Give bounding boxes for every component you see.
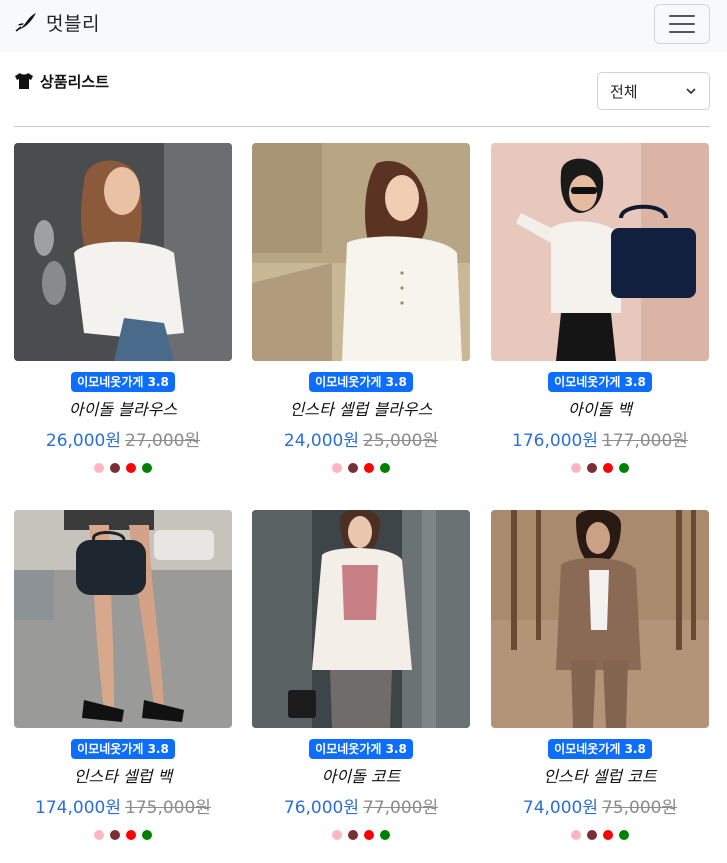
- color-swatches: [252, 463, 470, 473]
- product-image[interactable]: [491, 143, 709, 361]
- original-price: 27,000원: [125, 431, 201, 451]
- product-image[interactable]: [252, 143, 470, 361]
- navbar-toggler-button[interactable]: [654, 4, 710, 44]
- filter-selected-value: 전체: [610, 82, 638, 101]
- color-swatches: [491, 463, 709, 473]
- color-swatch-maroon[interactable]: [110, 830, 120, 840]
- color-swatch-pink[interactable]: [94, 463, 104, 473]
- original-price: 25,000원: [363, 431, 439, 451]
- product-image[interactable]: [252, 510, 470, 728]
- tshirt-icon: [15, 73, 33, 89]
- color-swatch-green[interactable]: [142, 463, 152, 473]
- original-price: 75,000원: [602, 798, 678, 818]
- color-swatch-green[interactable]: [142, 830, 152, 840]
- product-name[interactable]: 아이돌 백: [491, 399, 709, 421]
- color-swatch-red[interactable]: [364, 830, 374, 840]
- product-price: 174,000원 175,000원: [14, 796, 232, 820]
- color-swatch-red[interactable]: [603, 463, 613, 473]
- original-price: 77,000원: [363, 798, 439, 818]
- color-swatch-green[interactable]: [380, 463, 390, 473]
- chevron-down-icon: [686, 88, 696, 95]
- product-card[interactable]: 이모네옷가게 3.8 인스타 셀럽 블라우스 24,000원 25,000원: [252, 143, 470, 473]
- color-swatch-maroon[interactable]: [587, 830, 597, 840]
- product-card[interactable]: 이모네옷가게 3.8 아이돌 코트 76,000원 77,000원: [252, 510, 470, 840]
- sale-price: 26,000원: [45, 431, 121, 451]
- product-list-heading: 상품리스트: [14, 71, 109, 91]
- color-swatch-red[interactable]: [126, 830, 136, 840]
- color-swatch-green[interactable]: [619, 463, 629, 473]
- sale-price: 174,000원: [35, 798, 121, 818]
- product-price: 76,000원 77,000원: [252, 796, 470, 820]
- color-swatch-red[interactable]: [126, 463, 136, 473]
- brand-link[interactable]: 멋블리: [14, 8, 100, 36]
- product-card[interactable]: 이모네옷가게 3.8 아이돌 블라우스 26,000원 27,000원: [14, 143, 232, 473]
- color-swatch-maroon[interactable]: [587, 463, 597, 473]
- original-price: 177,000원: [602, 431, 688, 451]
- product-name[interactable]: 아이돌 블라우스: [14, 399, 232, 421]
- product-price: 74,000원 75,000원: [491, 796, 709, 820]
- header-divider: [14, 126, 710, 127]
- color-swatch-maroon[interactable]: [348, 463, 358, 473]
- feather-brush-icon: [15, 13, 36, 32]
- product-image[interactable]: [14, 510, 232, 728]
- store-rating-badge: 이모네옷가게 3.8: [309, 372, 413, 392]
- product-card[interactable]: 이모네옷가게 3.8 인스타 셀럽 백 174,000원 175,000원: [14, 510, 232, 840]
- product-price: 26,000원 27,000원: [14, 429, 232, 453]
- product-image[interactable]: [491, 510, 709, 728]
- sale-price: 24,000원: [283, 431, 359, 451]
- product-price: 176,000원 177,000원: [491, 429, 709, 453]
- color-swatch-pink[interactable]: [94, 830, 104, 840]
- sale-price: 176,000원: [512, 431, 598, 451]
- product-name[interactable]: 인스타 셀럽 코트: [491, 766, 709, 788]
- product-name[interactable]: 아이돌 코트: [252, 766, 470, 788]
- original-price: 175,000원: [125, 798, 211, 818]
- color-swatch-maroon[interactable]: [348, 830, 358, 840]
- color-swatch-green[interactable]: [380, 830, 390, 840]
- navbar: 멋블리: [0, 0, 727, 52]
- sale-price: 74,000원: [522, 798, 598, 818]
- store-rating-badge: 이모네옷가게 3.8: [548, 372, 652, 392]
- sale-price: 76,000원: [283, 798, 359, 818]
- product-card[interactable]: 이모네옷가게 3.8 아이돌 백 176,000원 177,000원: [491, 143, 709, 473]
- color-swatch-green[interactable]: [619, 830, 629, 840]
- color-swatch-red[interactable]: [603, 830, 613, 840]
- hamburger-menu-icon: [669, 15, 695, 33]
- brand-name: 멋블리: [46, 12, 100, 35]
- product-card[interactable]: 이모네옷가게 3.8 인스타 셀럽 코트 74,000원 75,000원: [491, 510, 709, 840]
- color-swatch-pink[interactable]: [571, 830, 581, 840]
- color-swatches: [491, 830, 709, 840]
- color-swatches: [14, 463, 232, 473]
- color-swatch-pink[interactable]: [571, 463, 581, 473]
- product-name[interactable]: 인스타 셀럽 블라우스: [252, 399, 470, 421]
- color-swatches: [252, 830, 470, 840]
- store-rating-badge: 이모네옷가게 3.8: [548, 739, 652, 759]
- product-name[interactable]: 인스타 셀럽 백: [14, 766, 232, 788]
- page-title: 상품리스트: [40, 72, 110, 91]
- category-filter-select[interactable]: 전체: [597, 72, 710, 110]
- store-rating-badge: 이모네옷가게 3.8: [309, 739, 413, 759]
- color-swatch-red[interactable]: [364, 463, 374, 473]
- color-swatch-pink[interactable]: [332, 830, 342, 840]
- color-swatch-maroon[interactable]: [110, 463, 120, 473]
- color-swatch-pink[interactable]: [332, 463, 342, 473]
- product-price: 24,000원 25,000원: [252, 429, 470, 453]
- store-rating-badge: 이모네옷가게 3.8: [71, 739, 175, 759]
- product-image[interactable]: [14, 143, 232, 361]
- color-swatches: [14, 830, 232, 840]
- store-rating-badge: 이모네옷가게 3.8: [71, 372, 175, 392]
